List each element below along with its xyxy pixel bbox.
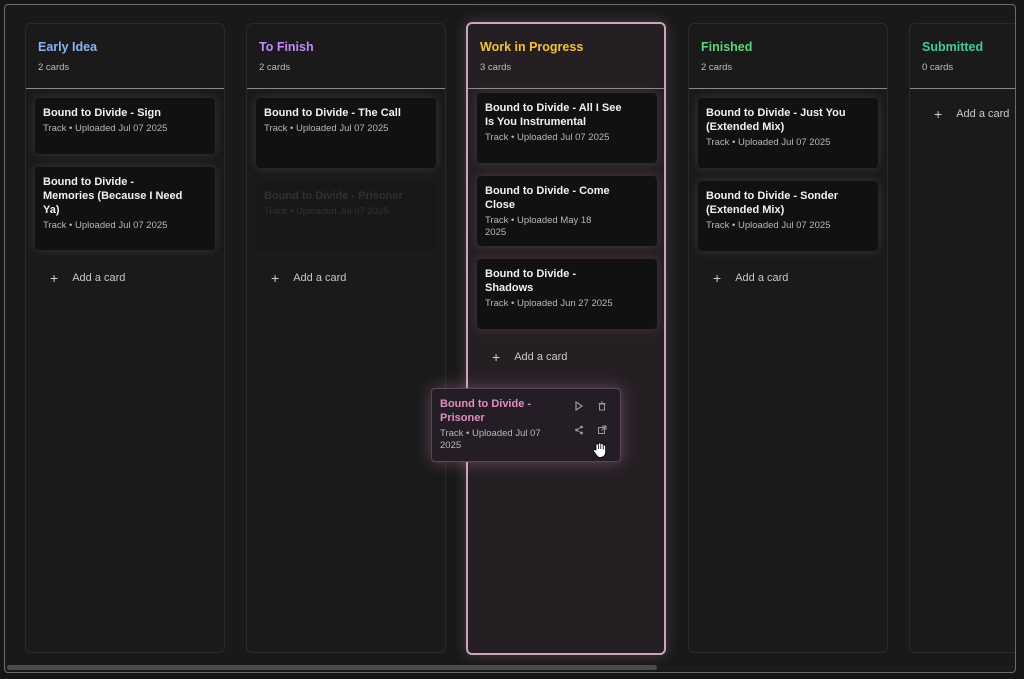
column-early-idea: Early Idea 2 cards Bound to Divide - Sig… xyxy=(25,23,225,653)
card-title: Bound to Divide - All I See Is You Instr… xyxy=(485,102,622,128)
add-card-button[interactable]: + Add a card xyxy=(50,270,125,286)
card-title: Bound to Divide - Shadows xyxy=(485,268,577,294)
column-title: Submitted xyxy=(922,40,984,54)
add-card-label: Add a card xyxy=(956,108,1010,120)
column-submitted: Submitted 0 cards + Add a card xyxy=(909,23,1015,653)
card-meta: Track • Uploaded Jul 07 2025 xyxy=(264,206,389,217)
plus-icon: + xyxy=(713,270,722,286)
card-meta: Track • Uploaded Jul 07 2025 xyxy=(706,137,831,148)
card-title: Bound to Divide - Sonder (Extended Mix) xyxy=(706,190,838,216)
card-title: Bound to Divide - The Call xyxy=(264,107,401,119)
track-card[interactable]: Bound to Divide - Memories (Because I Ne… xyxy=(35,167,215,250)
card-meta: Track • Uploaded Jul 07 2025 xyxy=(485,132,610,143)
plus-icon: + xyxy=(492,349,501,365)
board-window: Early Idea 2 cards Bound to Divide - Sig… xyxy=(4,4,1016,673)
card-title: Bound to Divide - Sign xyxy=(43,107,161,119)
column-to-finish: To Finish 2 cards Bound to Divide - The … xyxy=(246,23,446,653)
track-card[interactable]: Bound to Divide - Come Close Track • Upl… xyxy=(477,176,657,246)
track-card[interactable]: Bound to Divide - Shadows Track • Upload… xyxy=(477,259,657,329)
card-meta: Track • Uploaded Jul 07 2025 xyxy=(440,428,541,451)
track-card[interactable]: Bound to Divide - All I See Is You Instr… xyxy=(477,93,657,163)
column-title: Work in Progress xyxy=(480,40,584,54)
card-title: Bound to Divide - Prisoner xyxy=(264,190,403,202)
share-icon[interactable] xyxy=(573,425,585,437)
card-meta: Track • Uploaded Jul 07 2025 xyxy=(43,123,168,134)
column-header: To Finish 2 cards xyxy=(247,24,445,89)
column-card-count: 2 cards xyxy=(259,62,291,73)
track-card[interactable]: Bound to Divide - Sonder (Extended Mix) … xyxy=(698,181,878,251)
kanban-board: Early Idea 2 cards Bound to Divide - Sig… xyxy=(5,5,1015,672)
track-card[interactable]: Bound to Divide - Sign Track • Uploaded … xyxy=(35,98,215,154)
grab-cursor-icon xyxy=(592,441,608,464)
column-header: Work in Progress 3 cards xyxy=(468,24,664,89)
card-title: Bound to Divide - Come Close xyxy=(485,185,610,211)
scrollbar-thumb[interactable] xyxy=(7,665,657,670)
add-card-button[interactable]: + Add a card xyxy=(934,106,1009,122)
add-card-label: Add a card xyxy=(735,272,789,284)
column-header: Submitted 0 cards xyxy=(910,24,1015,89)
card-meta: Track • Uploaded May 18 2025 xyxy=(485,215,592,238)
add-card-label: Add a card xyxy=(72,272,126,284)
card-title: Bound to Divide - Prisoner xyxy=(440,398,532,424)
column-title: Finished xyxy=(701,40,753,54)
plus-icon: + xyxy=(50,270,59,286)
column-title: To Finish xyxy=(259,40,314,54)
column-card-count: 2 cards xyxy=(701,62,733,73)
column-finished: Finished 2 cards Bound to Divide - Just … xyxy=(688,23,888,653)
add-card-button[interactable]: + Add a card xyxy=(713,270,788,286)
column-card-count: 0 cards xyxy=(922,62,954,73)
column-card-count: 3 cards xyxy=(480,62,512,73)
external-link-icon[interactable] xyxy=(596,425,608,437)
card-drop-placeholder: Bound to Divide - Prisoner Track • Uploa… xyxy=(256,181,436,251)
column-work-in-progress: Work in Progress 3 cards Bound to Divide… xyxy=(466,22,666,655)
trash-icon[interactable] xyxy=(596,401,608,413)
card-meta: Track • Uploaded Jul 07 2025 xyxy=(43,220,168,231)
track-card[interactable]: Bound to Divide - The Call Track • Uploa… xyxy=(256,98,436,168)
card-meta: Track • Uploaded Jul 07 2025 xyxy=(264,123,389,134)
add-card-button[interactable]: + Add a card xyxy=(271,270,346,286)
card-title: Bound to Divide - Just You (Extended Mix… xyxy=(706,107,846,133)
card-title: Bound to Divide - Memories (Because I Ne… xyxy=(43,176,183,216)
card-meta: Track • Uploaded Jun 27 2025 xyxy=(485,298,613,309)
plus-icon: + xyxy=(934,106,943,122)
column-header: Finished 2 cards xyxy=(689,24,887,89)
column-title: Early Idea xyxy=(38,40,98,54)
column-card-count: 2 cards xyxy=(38,62,70,73)
column-header: Early Idea 2 cards xyxy=(26,24,224,89)
play-icon[interactable] xyxy=(573,400,585,413)
add-card-label: Add a card xyxy=(293,272,347,284)
plus-icon: + xyxy=(271,270,280,286)
add-card-label: Add a card xyxy=(514,351,568,363)
track-card[interactable]: Bound to Divide - Just You (Extended Mix… xyxy=(698,98,878,168)
card-meta: Track • Uploaded Jul 07 2025 xyxy=(706,220,831,231)
add-card-button[interactable]: + Add a card xyxy=(492,349,567,365)
